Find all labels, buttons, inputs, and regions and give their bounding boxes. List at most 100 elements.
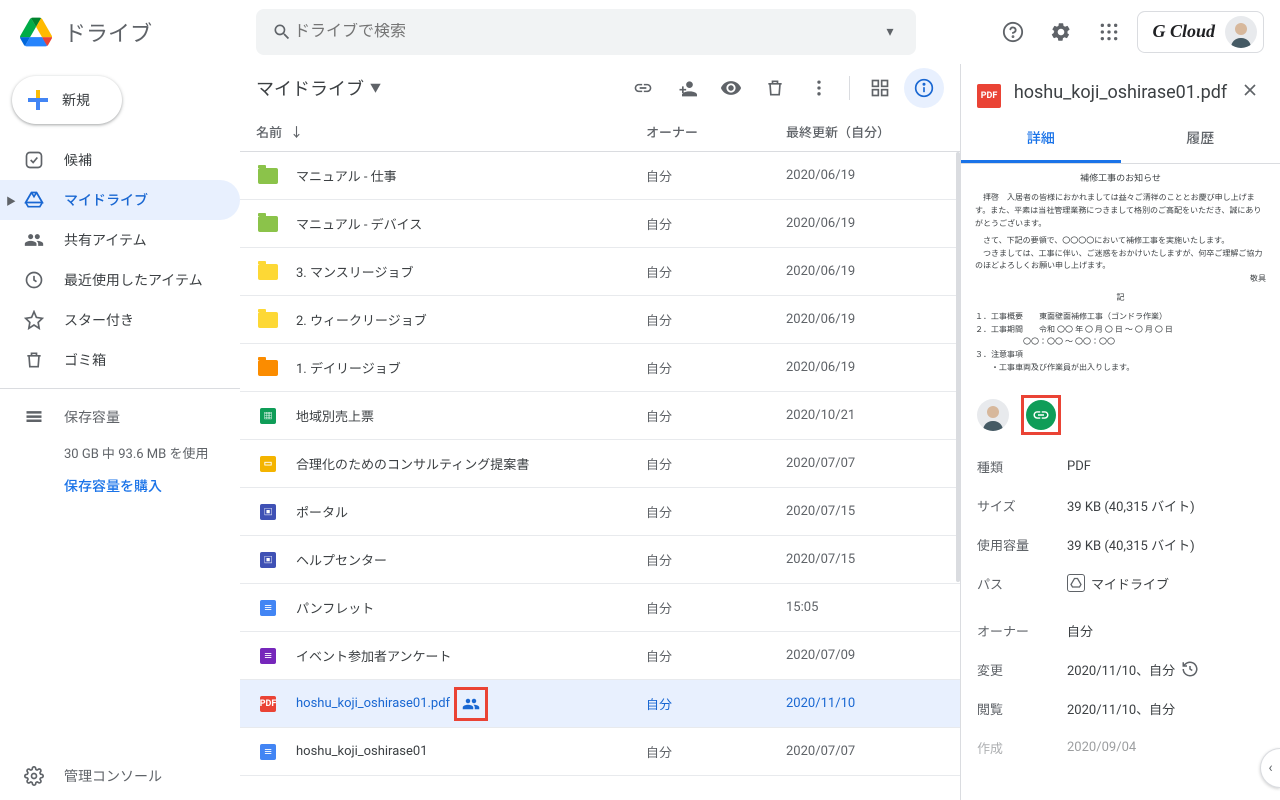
- file-owner: 自分: [646, 406, 786, 425]
- file-row[interactable]: ≡ hoshu_koji_oshirase01 自分 2020/07/07: [240, 728, 960, 776]
- file-date: 2020/10/21: [786, 408, 944, 423]
- preview-icon[interactable]: [711, 68, 751, 108]
- file-owner: 自分: [646, 214, 786, 233]
- trash-icon: [24, 350, 44, 370]
- file-row[interactable]: ≡ イベント参加者アンケート 自分 2020/07/09: [240, 632, 960, 680]
- file-row[interactable]: 1. デイリージョブ 自分 2020/06/19: [240, 344, 960, 392]
- file-row[interactable]: ▦ 地域別売上票 自分 2020/10/21: [240, 392, 960, 440]
- admin-console-link[interactable]: 管理コンソール: [0, 752, 240, 800]
- file-date: 2020/06/19: [786, 168, 944, 183]
- file-rows: マニュアル - 仕事 自分 2020/06/19 マニュアル - デバイス 自分…: [240, 152, 960, 800]
- file-type-icon: ▣: [256, 548, 280, 572]
- file-date: 2020/07/15: [786, 552, 944, 567]
- recent-icon: [24, 270, 44, 290]
- file-row[interactable]: ▣ ポータル 自分 2020/07/15: [240, 488, 960, 536]
- search-options-icon[interactable]: ▾: [878, 24, 902, 40]
- col-modified[interactable]: 最終更新（自分）: [786, 122, 944, 141]
- file-row[interactable]: マニュアル - デバイス 自分 2020/06/19: [240, 200, 960, 248]
- file-type-icon: ▭: [256, 452, 280, 476]
- logo-area[interactable]: ドライブ: [16, 12, 256, 52]
- breadcrumb[interactable]: マイドライブ▼: [256, 75, 381, 101]
- file-name: 2. ウィークリージョブ: [296, 310, 646, 329]
- app-header: ドライブ ▾ G Cloud: [0, 0, 1280, 64]
- pdf-badge-icon: PDF: [977, 84, 1001, 108]
- file-owner: 自分: [646, 454, 786, 473]
- file-date: 2020/06/19: [786, 312, 944, 327]
- file-owner: 自分: [646, 502, 786, 521]
- shared-icon: [24, 230, 44, 250]
- file-owner: 自分: [646, 598, 786, 617]
- sidebar-item-recent[interactable]: 最近使用したアイテム: [0, 260, 240, 300]
- main-area: マイドライブ▼ 名前↓ オーナー 最終更新（自分）: [240, 64, 1280, 800]
- apps-icon[interactable]: [1089, 12, 1129, 52]
- file-owner: 自分: [646, 262, 786, 281]
- file-type-icon: ≡: [256, 596, 280, 620]
- tab-details[interactable]: 詳細: [961, 116, 1121, 163]
- file-row[interactable]: マニュアル - 仕事 自分 2020/06/19: [240, 152, 960, 200]
- expand-caret-icon[interactable]: ▶: [6, 193, 16, 208]
- get-link-icon[interactable]: [623, 68, 663, 108]
- file-date: 2020/06/19: [786, 216, 944, 231]
- scrollbar[interactable]: [956, 152, 960, 582]
- drive-logo-icon: [16, 12, 56, 52]
- file-metadata: 種類PDF サイズ39 KB (40,315 バイト) 使用容量39 KB (4…: [961, 447, 1280, 767]
- file-owner: 自分: [646, 646, 786, 665]
- column-headers: 名前↓ オーナー 最終更新（自分）: [240, 112, 960, 152]
- file-type-icon: [256, 164, 280, 188]
- buy-storage-link[interactable]: 保存容量を購入: [64, 476, 216, 496]
- owner-avatar-icon[interactable]: [977, 399, 1009, 431]
- file-name: ヘルプセンター: [296, 550, 646, 569]
- more-icon[interactable]: [799, 68, 839, 108]
- sidebar-item-priority[interactable]: 候補: [0, 140, 240, 180]
- account-chip[interactable]: G Cloud: [1137, 11, 1264, 53]
- storage-row[interactable]: 保存容量: [24, 397, 216, 437]
- settings-icon[interactable]: [1041, 12, 1081, 52]
- sidebar-item-mydrive[interactable]: ▶マイドライブ: [0, 180, 240, 220]
- path-link[interactable]: マイドライブ: [1067, 574, 1264, 593]
- history-icon[interactable]: [1181, 660, 1199, 678]
- file-type-icon: [256, 260, 280, 284]
- file-preview[interactable]: 補修工事のお知らせ 拝啓 入居者の皆様におかれましては益々ご清祥のこととお慶び申…: [961, 164, 1280, 383]
- sidebar-item-starred[interactable]: スター付き: [0, 300, 240, 340]
- delete-icon[interactable]: [755, 68, 795, 108]
- col-owner[interactable]: オーナー: [646, 122, 786, 141]
- file-row[interactable]: ▣ ヘルプセンター 自分 2020/07/15: [240, 536, 960, 584]
- tab-activity[interactable]: 履歴: [1121, 116, 1280, 163]
- share-icon[interactable]: [667, 68, 707, 108]
- sidebar-item-shared[interactable]: 共有アイテム: [0, 220, 240, 260]
- file-row[interactable]: PDF hoshu_koji_oshirase01.pdf 自分 2020/11…: [240, 680, 960, 728]
- col-name[interactable]: 名前↓: [256, 122, 646, 141]
- file-type-icon: PDF: [256, 692, 280, 716]
- dropdown-caret-icon: ▼: [370, 80, 381, 96]
- link-shared-icon[interactable]: [1026, 400, 1056, 430]
- storage-icon: [24, 407, 44, 427]
- file-date: 2020/07/09: [786, 648, 944, 663]
- file-date: 2020/11/10: [786, 696, 944, 711]
- help-icon[interactable]: [993, 12, 1033, 52]
- sidebar-item-trash[interactable]: ゴミ箱: [0, 340, 240, 380]
- sidebar: 新規 候補 ▶マイドライブ 共有アイテム 最近使用したアイテム スター付き ゴミ…: [0, 64, 240, 800]
- file-row[interactable]: 3. マンスリージョブ 自分 2020/06/19: [240, 248, 960, 296]
- close-details-icon[interactable]: [1240, 80, 1264, 100]
- shared-indicator-icon: [454, 687, 488, 721]
- file-row[interactable]: 2. ウィークリージョブ 自分 2020/06/19: [240, 296, 960, 344]
- details-panel: PDF hoshu_koji_oshirase01.pdf 詳細 履歴 補修工事…: [960, 64, 1280, 800]
- storage-usage: 30 GB 中 93.6 MB を使用: [64, 443, 216, 462]
- file-row[interactable]: ▭ 合理化のためのコンサルティング提案書 自分 2020/07/07: [240, 440, 960, 488]
- brand-name: G Cloud: [1152, 21, 1215, 42]
- file-name: hoshu_koji_oshirase01.pdf: [296, 687, 646, 721]
- search-input[interactable]: [294, 23, 878, 41]
- file-owner: 自分: [646, 694, 786, 713]
- file-row[interactable]: ≡ パンフレット 自分 15:05: [240, 584, 960, 632]
- file-date: 2020/07/07: [786, 456, 944, 471]
- file-list-pane: マイドライブ▼ 名前↓ オーナー 最終更新（自分）: [240, 64, 960, 800]
- file-name: 3. マンスリージョブ: [296, 262, 646, 281]
- search-bar[interactable]: ▾: [256, 9, 916, 55]
- details-toggle-icon[interactable]: [904, 68, 944, 108]
- new-button-label: 新規: [62, 90, 90, 110]
- new-button[interactable]: 新規: [12, 76, 122, 124]
- grid-view-icon[interactable]: [860, 68, 900, 108]
- app-name: ドライブ: [64, 16, 152, 48]
- link-shared-highlight: [1021, 395, 1061, 435]
- plus-icon: [26, 88, 50, 112]
